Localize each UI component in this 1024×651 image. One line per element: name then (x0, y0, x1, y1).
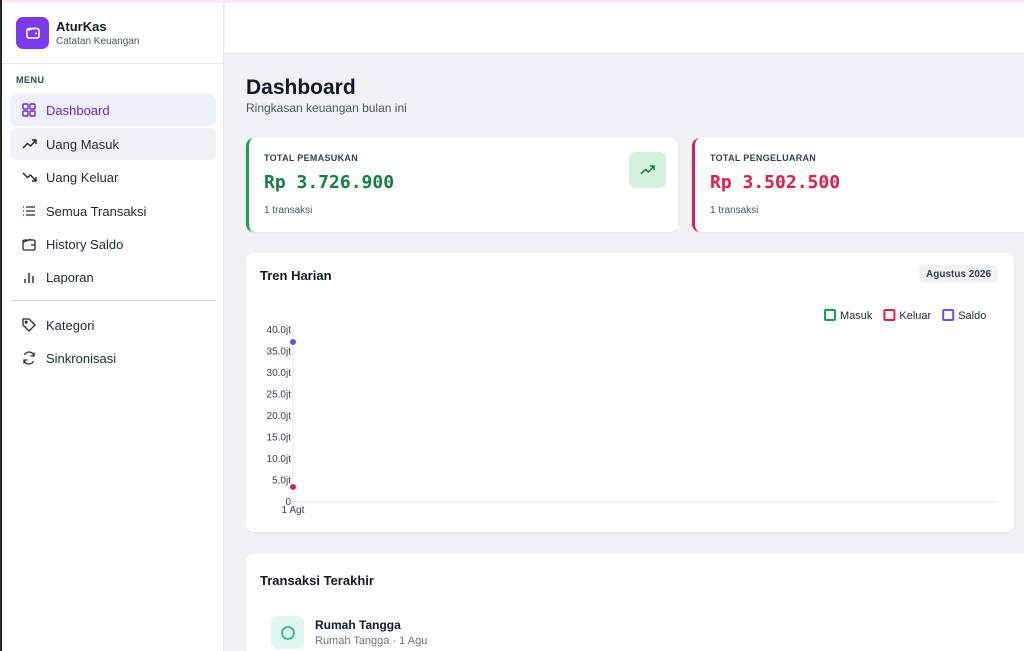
sidebar: AturKas Catatan Keuangan MENU Dashboard … (2, 3, 224, 651)
sidebar-item-label: Dashboard (46, 102, 110, 118)
y-tick-label: 10.0jt (267, 454, 292, 465)
sidebar-item-label: History Saldo (46, 236, 124, 252)
sidebar-item-label: Laporan (46, 269, 94, 285)
bar-chart-icon (21, 269, 37, 285)
trend-chart-card: Tren Harian Agustus 2026 0 5.0jt 10.0jt 15.… (246, 253, 1014, 532)
sidebar-item-label: Uang Keluar (46, 169, 119, 185)
transaction-name[interactable]: Rumah Tangga (315, 618, 401, 632)
expense-count: 1 transaksi (710, 205, 759, 216)
y-tick-label: 20.0jt (267, 411, 292, 422)
y-tick-label: 25.0jt (267, 390, 292, 401)
app-window: AturKas Catatan Keuangan MENU Dashboard … (2, 0, 1024, 651)
brand-subtitle: Catatan Keuangan (56, 36, 140, 47)
expense-value: Rp 3.502.500 (710, 172, 841, 193)
sidebar-item-label: Semua Transaksi (46, 203, 147, 219)
recent-title: Transaksi Terakhir (260, 573, 374, 588)
y-tick-label: 5.0jt (272, 476, 291, 487)
y-tick-label: 40.0jt (267, 325, 292, 336)
sidebar-item-laporan[interactable]: Laporan (10, 261, 216, 293)
trend-chart: 05.0jt10.0jt15.0jt20.0jt25.0jt30.0jt35.0… (267, 309, 996, 516)
data-point (289, 338, 297, 347)
sidebar-item-sinkronisasi[interactable]: Sinkronisasi (10, 342, 216, 374)
sidebar-divider (10, 300, 216, 301)
sidebar-item-kategori[interactable]: Kategori (10, 309, 216, 341)
y-tick-label: 30.0jt (267, 368, 292, 379)
legend-label: Keluar (899, 310, 931, 322)
y-tick-label: 35.0jt (267, 347, 292, 358)
income-value: Rp 3.726.900 (264, 172, 395, 193)
legend-label: Saldo (958, 310, 986, 322)
brand-name: AturKas (56, 19, 107, 34)
data-point (289, 482, 297, 491)
y-tick-label: 15.0jt (267, 433, 292, 444)
menu-label: MENU (16, 75, 45, 85)
sidebar-item-dashboard[interactable]: Dashboard (10, 94, 216, 126)
legend-swatch (883, 309, 896, 321)
sidebar-item-label: Sinkronisasi (46, 350, 117, 366)
sidebar-item-uang-keluar[interactable]: Uang Keluar (10, 161, 216, 193)
sidebar-item-label: Uang Masuk (46, 136, 119, 152)
sidebar-item-history-saldo[interactable]: History Saldo (10, 228, 216, 260)
expense-card: TOTAL PENGELUARAN Rp 3.502.500 1 transak… (692, 138, 1024, 232)
tag-icon (21, 317, 37, 333)
expense-label: TOTAL PENGELUARAN (710, 153, 817, 163)
list-icon (21, 203, 37, 219)
wallet-icon (21, 236, 37, 252)
circle-icon (271, 616, 304, 649)
grid-icon (21, 102, 37, 118)
trend-up-icon (21, 136, 37, 152)
recent-transactions-card: Transaksi Terakhir Rumah Tangga Rumah Ta… (246, 554, 1024, 651)
sidebar-item-semua-transaksi[interactable]: Semua Transaksi (10, 195, 216, 227)
sync-icon (21, 350, 37, 366)
page-subtitle: Ringkasan keuangan bulan ini (246, 101, 407, 115)
legend-swatch (824, 309, 836, 321)
trend-down-icon (21, 169, 37, 185)
wallet-icon[interactable] (16, 17, 49, 49)
x-tick-label: 1 Agt (282, 505, 305, 516)
income-card: TOTAL PEMASUKAN Rp 3.726.900 1 transaksi (246, 138, 678, 232)
income-label: TOTAL PEMASUKAN (264, 153, 359, 163)
brand: AturKas Catatan Keuangan (2, 3, 224, 64)
legend-label: Masuk (840, 310, 873, 322)
legend-swatch (942, 309, 955, 321)
trend-up-icon (629, 152, 666, 188)
page-title: Dashboard (246, 76, 356, 99)
income-count: 1 transaksi (264, 205, 313, 216)
transaction-meta: Rumah Tangga · 1 Agu (315, 635, 428, 647)
top-header (225, 3, 1024, 54)
sidebar-item-label: Kategori (46, 317, 95, 333)
sidebar-item-uang-masuk[interactable]: Uang Masuk (10, 128, 216, 160)
